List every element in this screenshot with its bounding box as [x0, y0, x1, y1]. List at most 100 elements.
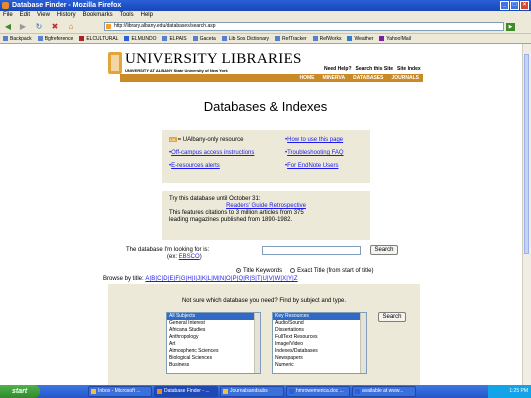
bookmark-item[interactable]: RefTracker	[275, 34, 307, 43]
site-index-link[interactable]: Site Index	[397, 66, 421, 72]
list-item[interactable]: Image/Video	[273, 341, 366, 348]
radio-icon	[290, 268, 296, 273]
list-item[interactable]: Newspapers	[273, 355, 366, 362]
need-help-link[interactable]: Need Help?	[324, 66, 352, 72]
outlook-icon	[91, 389, 96, 394]
bookmark-item[interactable]: Lib Sos Dictionary	[221, 34, 269, 43]
minimize-button[interactable]: _	[500, 1, 509, 10]
clock: 1:25 PM	[509, 388, 528, 394]
list-item[interactable]: Art	[167, 341, 260, 348]
system-tray: 1:25 PM	[488, 385, 531, 398]
alphabet-links[interactable]: A|B|C|D|E|F|G|H|I|J|K|L|M|N|O|P|Q|R|S|T|…	[145, 276, 297, 282]
bookmark-item[interactable]: Backpack	[3, 34, 32, 43]
bookmark-icon	[192, 36, 198, 42]
alerts-link[interactable]: •E-resources alerts	[169, 163, 220, 169]
nav-databases[interactable]: DATABASES	[353, 74, 383, 82]
task-inbox[interactable]: Inbox - Microsoft ...	[88, 386, 152, 397]
subject-listbox[interactable]: All Subjects General Interest Africana S…	[166, 312, 261, 374]
bookmark-item[interactable]: Gaceta	[192, 34, 216, 43]
list-item[interactable]: Biological Sciences	[167, 355, 260, 362]
type-listbox[interactable]: Key Resources Audio/Sound Dissertations …	[272, 312, 367, 374]
firefox-icon	[2, 2, 9, 9]
bookmark-item[interactable]: RefWorks	[312, 34, 341, 43]
menu-tools[interactable]: Tools	[120, 11, 134, 20]
bookmark-icon	[221, 36, 227, 42]
bookmark-item[interactable]: Weather	[347, 34, 373, 43]
bookmark-item[interactable]: ELMUNDO	[124, 34, 156, 43]
search-site-link[interactable]: Search this Site	[356, 66, 394, 72]
troubleshooting-link[interactable]: •Troubleshooting FAQ	[285, 150, 344, 156]
reload-icon[interactable]: ↻	[34, 23, 44, 31]
back-icon[interactable]: ◀	[3, 23, 13, 31]
type-scrollbar[interactable]	[360, 313, 366, 373]
trial-description-2: leading magazines published from 1890-19…	[169, 217, 293, 223]
subject-scrollbar[interactable]	[254, 313, 260, 373]
list-item[interactable]: Audio/Sound	[273, 320, 366, 327]
task-database-finder[interactable]: Database Finder - ...	[154, 386, 218, 397]
forward-icon[interactable]: ▶	[18, 23, 28, 31]
bookmark-item[interactable]: ELPAIS	[162, 34, 187, 43]
bookmark-icon	[275, 36, 281, 42]
bookmarks-toolbar: Backpack Bgfreference ELCULTURAL ELMUNDO…	[0, 34, 531, 44]
example-link[interactable]: EBSCO	[179, 254, 200, 260]
trial-box: Try this database until October 31: Read…	[162, 191, 370, 240]
maximize-button[interactable]: □	[510, 1, 519, 10]
list-item[interactable]: Anthropology	[167, 334, 260, 341]
library-logo	[108, 52, 122, 74]
list-item[interactable]: Business	[167, 362, 260, 369]
nav-journals[interactable]: JOURNALS	[391, 74, 419, 82]
how-to-link[interactable]: •How to use this page	[285, 137, 343, 143]
close-button[interactable]: ×	[520, 1, 529, 10]
start-button[interactable]: start	[0, 385, 40, 398]
library-name: UNIVERSITY LIBRARIES	[125, 51, 302, 67]
go-button[interactable]: ▶	[506, 23, 515, 31]
nav-home[interactable]: HOME	[300, 74, 315, 82]
bookmark-icon	[79, 36, 85, 42]
list-item[interactable]: FullText Resources	[273, 334, 366, 341]
bookmark-item[interactable]: Yahoo!Mail	[379, 34, 411, 43]
menu-view[interactable]: View	[37, 11, 50, 20]
list-item[interactable]: General Interest	[167, 320, 260, 327]
list-item[interactable]: Key Resources	[273, 313, 366, 320]
page-title: Databases & Indexes	[203, 99, 328, 114]
site-favicon	[106, 24, 111, 29]
list-item[interactable]: All Subjects	[167, 313, 260, 320]
site-nav-bar: HOME MINERVA DATABASES JOURNALS	[120, 74, 423, 82]
nav-minerva[interactable]: MINERVA	[323, 74, 346, 82]
menu-bookmarks[interactable]: Bookmarks	[83, 11, 113, 20]
bookmark-item[interactable]: ELCULTURAL	[79, 34, 118, 43]
offcampus-link[interactable]: •Off-campus access instructions	[169, 150, 254, 156]
list-item[interactable]: Atmospheric Sciences	[167, 348, 260, 355]
list-item[interactable]: Numeric	[273, 362, 366, 369]
home-icon[interactable]: ⌂	[66, 23, 76, 31]
task-document[interactable]: hmrowemerica.doc ...	[286, 386, 350, 397]
task-journals[interactable]: Journalsandsubs	[220, 386, 284, 397]
menu-edit[interactable]: Edit	[20, 11, 30, 20]
address-url: http://library.albany.edu/databases/sear…	[114, 23, 216, 29]
menu-file[interactable]: File	[3, 11, 13, 20]
menu-help[interactable]: Help	[141, 11, 153, 20]
trial-link[interactable]: Readers' Guide Retrospective	[226, 203, 306, 209]
list-item[interactable]: Indexes/Databases	[273, 348, 366, 355]
address-bar[interactable]: http://library.albany.edu/databases/sear…	[104, 22, 504, 31]
menu-history[interactable]: History	[57, 11, 76, 20]
search-button[interactable]: Search	[370, 245, 398, 255]
ua-badge: UA	[169, 137, 177, 142]
list-item[interactable]: Africana Studies	[167, 327, 260, 334]
info-box: UA = UAlbany-only resource •How to use th…	[162, 130, 370, 183]
radio-exact-title[interactable]: Exact Title (from start of title)	[290, 268, 373, 274]
list-item[interactable]: Dissertations	[273, 327, 366, 334]
radio-title-keywords[interactable]: Title Keywords	[236, 268, 282, 274]
database-search-input[interactable]	[262, 246, 361, 255]
bookmark-item[interactable]: Bgfreference	[37, 34, 73, 43]
bookmark-icon	[37, 36, 43, 42]
endnote-link[interactable]: •For EndNote Users	[285, 163, 338, 169]
stop-icon[interactable]: ✖	[50, 23, 60, 31]
subject-search-box: Not sure which database you need? Find b…	[108, 284, 420, 385]
page-scrollbar[interactable]	[522, 44, 531, 385]
word-icon	[355, 389, 360, 394]
subject-search-button[interactable]: Search	[378, 312, 406, 322]
search-label: The database I'm looking for is: (ex: EB…	[126, 247, 210, 260]
task-available[interactable]: available at www...	[352, 386, 416, 397]
scrollbar-thumb[interactable]	[524, 54, 529, 254]
